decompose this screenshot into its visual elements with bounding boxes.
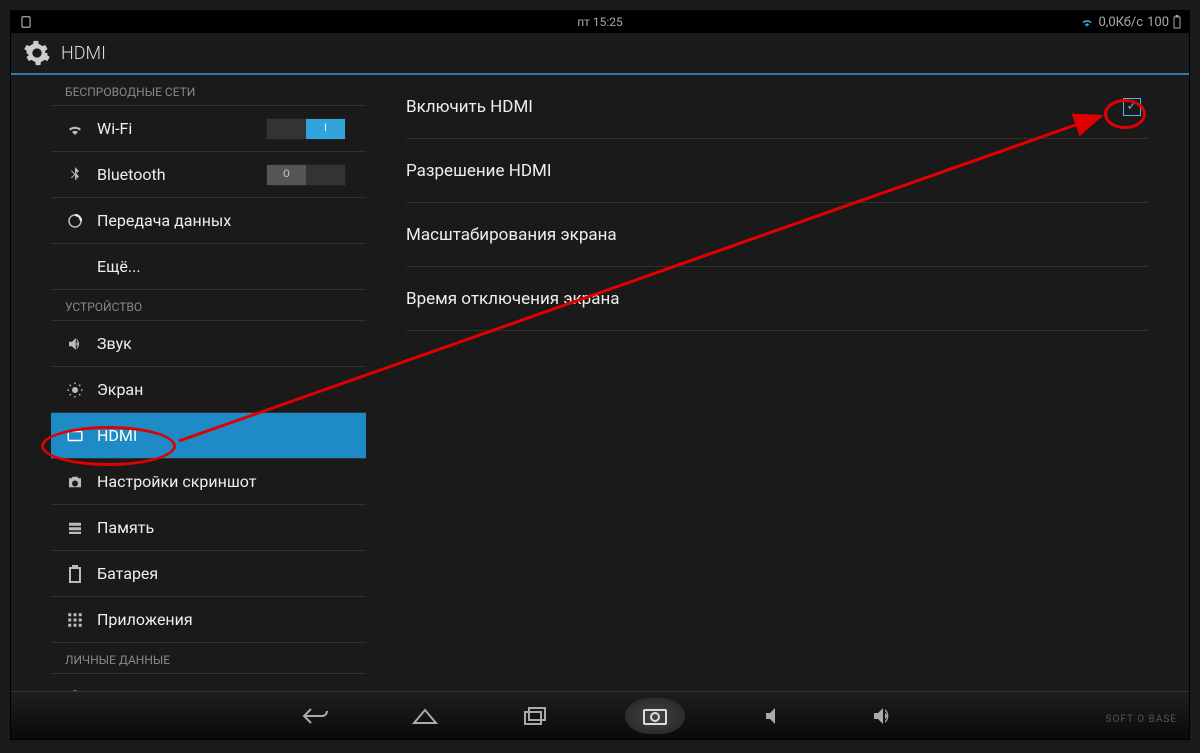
sidebar-item-label: Приложения [97,610,193,629]
section-device: УСТРОЙСТВО [51,289,366,321]
watermark: SOFT O BASE [1106,714,1177,725]
nav-home-button[interactable] [405,702,445,730]
sidebar-item-storage[interactable]: Память [51,505,366,551]
sidebar-item-apps[interactable]: Приложения [51,597,366,643]
setting-screen-scaling[interactable]: Масштабирования экрана [406,203,1149,267]
nav-recent-button[interactable] [515,702,555,730]
sidebar-item-wifi[interactable]: Wi-Fi I [51,106,366,152]
page-title: HDMI [61,43,106,64]
status-time: пт 15:25 [577,15,623,29]
hdmi-icon [65,426,85,446]
sidebar-item-data[interactable]: Передача данных [51,198,366,244]
app-header: HDMI [11,33,1189,75]
sidebar-item-label: Bluetooth [97,165,166,184]
net-speed: 0,0Кб/с [1098,15,1143,30]
data-usage-icon [65,211,85,231]
section-personal: ЛИЧНЫЕ ДАННЫЕ [51,642,366,674]
battery-level: 100 [1147,15,1169,30]
bluetooth-toggle[interactable]: O [266,164,346,186]
sidebar-item-hdmi[interactable]: HDMI [51,413,366,459]
section-wireless: БЕСПРОВОДНЫЕ СЕТИ [51,75,366,106]
sidebar-item-label: HDMI [97,426,137,445]
wifi-icon [65,119,85,139]
apps-icon [65,610,85,630]
navigation-bar: SOFT O BASE [11,691,1189,739]
sidebar-item-location[interactable]: Местоположение [51,674,366,691]
sidebar-item-label: Настройки скриншот [97,472,256,491]
setting-hdmi-resolution[interactable]: Разрешение HDMI [406,139,1149,203]
nav-screenshot-button[interactable] [625,698,685,734]
sidebar-item-display[interactable]: Экран [51,367,366,413]
setting-enable-hdmi[interactable]: Включить HDMI ✓ [406,75,1149,139]
sidebar-item-screenshot[interactable]: Настройки скриншот [51,459,366,505]
setting-screen-timeout[interactable]: Время отключения экрана [406,267,1149,331]
sidebar-item-bluetooth[interactable]: Bluetooth O [51,152,366,198]
status-bar: пт 15:25 0,0Кб/с 100 [11,11,1189,33]
settings-gear-icon [23,39,51,67]
sidebar-item-label: Память [97,518,154,537]
content-panel: Включить HDMI ✓ Разрешение HDMI Масштаби… [366,75,1189,691]
sidebar-item-battery[interactable]: Батарея [51,551,366,597]
wifi-toggle[interactable]: I [266,118,346,140]
sidebar-item-label: Ещё... [97,257,141,276]
wifi-status-icon [1080,15,1094,29]
sidebar-item-label: Звук [97,334,132,353]
sidebar-item-more[interactable]: Ещё... [51,244,366,290]
sidebar-item-label: Экран [97,380,143,399]
nav-back-button[interactable] [295,702,335,730]
sidebar-item-label: Wi-Fi [97,119,132,138]
battery-icon [1173,15,1181,29]
storage-icon [65,518,85,538]
nav-volume-down-button[interactable] [755,702,795,730]
sidebar: БЕСПРОВОДНЫЕ СЕТИ Wi-Fi I Bluetooth O [11,75,366,691]
nav-volume-up-button[interactable] [865,702,905,730]
sidebar-item-sound[interactable]: Звук [51,321,366,367]
setting-label: Включить HDMI [406,97,533,117]
enable-hdmi-checkbox[interactable]: ✓ [1123,98,1141,116]
setting-label: Масштабирования экрана [406,225,617,245]
bluetooth-icon [65,165,85,185]
screenshot-indicator-icon [19,15,33,29]
setting-label: Разрешение HDMI [406,161,551,181]
brightness-icon [65,380,85,400]
camera-icon [65,472,85,492]
sidebar-item-label: Передача данных [97,211,231,230]
setting-label: Время отключения экрана [406,289,620,309]
battery-icon [65,564,85,584]
sound-icon [65,334,85,354]
sidebar-item-label: Батарея [97,564,158,583]
